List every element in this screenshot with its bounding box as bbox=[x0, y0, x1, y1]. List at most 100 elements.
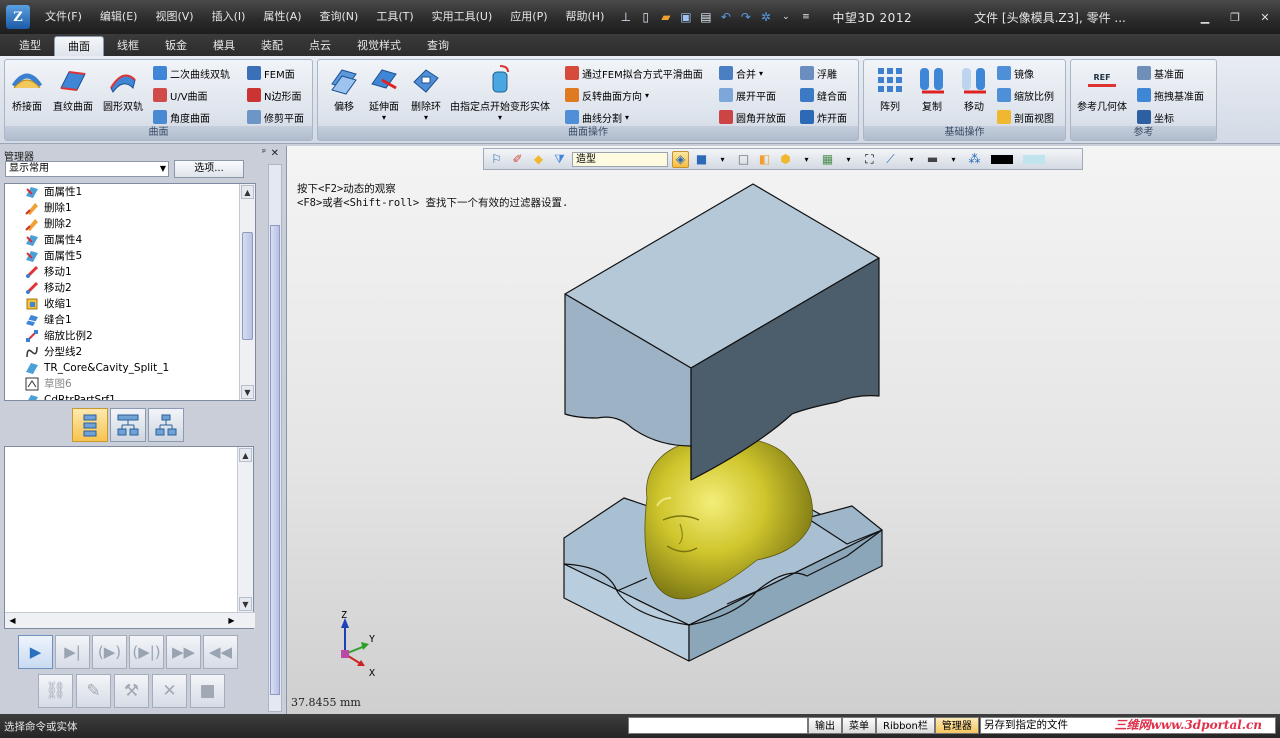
tab-mold[interactable]: 模具 bbox=[200, 36, 248, 56]
foreground-color-swatch[interactable] bbox=[991, 154, 1013, 164]
tree-item[interactable]: 分型线2 bbox=[5, 344, 255, 360]
copy-button[interactable]: 复制 bbox=[916, 64, 948, 113]
emboss-button[interactable]: 浮雕 bbox=[800, 64, 837, 82]
offset-button[interactable]: 偏移 bbox=[328, 64, 360, 113]
print-icon[interactable]: ▤ bbox=[697, 9, 714, 26]
cube-view-icon[interactable]: ■ bbox=[693, 151, 710, 168]
menu-apps[interactable]: 应用(P) bbox=[501, 6, 556, 28]
plane-icon[interactable]: ⟋ bbox=[882, 151, 899, 168]
scale-button[interactable]: 缩放比例 bbox=[997, 86, 1054, 104]
3d-viewport[interactable]: ⚐ ✐ ◆ ⧩ 造型 ◈ ■ ▾ □ ◧ ⬢ ▾ ▦ ▾ ⛶ ⟋ ▾ ▬ ▾ ⁂… bbox=[286, 146, 1280, 714]
reverse-normal-button[interactable]: 反转曲面方向 ▾ bbox=[565, 86, 649, 104]
scroll-left-icon[interactable]: ◀ bbox=[6, 614, 19, 627]
menu-view[interactable]: 视图(V) bbox=[146, 6, 202, 28]
menu-toggle[interactable]: 菜单 bbox=[842, 717, 876, 734]
tab-sheetmetal[interactable]: 钣金 bbox=[152, 36, 200, 56]
tree-item[interactable]: 收缩1 bbox=[5, 296, 255, 312]
chevron-down-icon[interactable]: ▾ bbox=[714, 151, 731, 168]
suppress-icon[interactable]: ■ bbox=[190, 674, 225, 708]
delete-loop-dropdown-icon[interactable]: ▾ bbox=[424, 113, 428, 122]
step-forward-icon[interactable]: ▶| bbox=[55, 635, 90, 669]
deform-dropdown-icon[interactable]: ▾ bbox=[498, 113, 502, 122]
trim-plane-button[interactable]: 修剪平面 bbox=[247, 108, 304, 126]
uv-surface-button[interactable]: U/V曲面 bbox=[153, 86, 208, 104]
chevron-down-icon[interactable]: ▾ bbox=[903, 151, 920, 168]
qat-dropdown-icon[interactable]: ⌄ bbox=[777, 9, 794, 26]
conic-rail-button[interactable]: 二次曲线双轨 bbox=[153, 64, 230, 82]
move-button[interactable]: 移动 bbox=[958, 64, 990, 113]
ruled-surface-button[interactable]: 直纹曲面 bbox=[53, 64, 93, 113]
tree-item[interactable]: 移动1 bbox=[5, 264, 255, 280]
tree-item[interactable]: 缩放比例2 bbox=[5, 328, 255, 344]
reverse-dropdown-icon[interactable]: ▾ bbox=[645, 91, 649, 100]
hierarchy-view-button[interactable] bbox=[148, 408, 184, 442]
manager-scrollbar[interactable] bbox=[268, 164, 282, 712]
tree-item[interactable]: 面属性5 bbox=[5, 248, 255, 264]
pin-icon[interactable]: ᵖ bbox=[262, 148, 266, 158]
coordinate-button[interactable]: 坐标 bbox=[1137, 108, 1174, 126]
scroll-thumb[interactable] bbox=[242, 232, 253, 340]
menu-help[interactable]: 帮助(H) bbox=[557, 6, 614, 28]
rewind-icon[interactable]: ◀◀ bbox=[203, 635, 238, 669]
assembly-view-button[interactable] bbox=[110, 408, 146, 442]
tree-item[interactable]: 面属性1 bbox=[5, 184, 255, 200]
tree-item[interactable]: 缝合1 bbox=[5, 312, 255, 328]
restore-icon[interactable]: ❐ bbox=[1220, 0, 1250, 34]
step-to-end-icon[interactable]: (▶|) bbox=[129, 635, 164, 669]
close-icon[interactable]: ✕ bbox=[1250, 0, 1280, 34]
merge-dropdown-icon[interactable]: ▾ bbox=[759, 69, 763, 78]
light-icon[interactable]: ⁂ bbox=[966, 151, 983, 168]
texture-icon[interactable]: ▦ bbox=[819, 151, 836, 168]
split-dropdown-icon[interactable]: ▾ bbox=[625, 113, 629, 122]
circular-rail-button[interactable]: 圆形双轨 bbox=[103, 64, 143, 113]
ribbon-toggle[interactable]: Ribbon栏 bbox=[876, 717, 935, 734]
tab-visual-style[interactable]: 视觉样式 bbox=[344, 36, 414, 56]
play-icon[interactable]: ▶ bbox=[18, 635, 53, 669]
properties-scrollbar[interactable]: ▲ ▼ bbox=[237, 447, 253, 612]
tab-query[interactable]: 查询 bbox=[414, 36, 462, 56]
play-to-end-icon[interactable]: (▶) bbox=[92, 635, 127, 669]
tab-surface[interactable]: 曲面 bbox=[54, 36, 104, 56]
edit-pencil-icon[interactable]: ✎ bbox=[76, 674, 111, 708]
scroll-up-icon[interactable]: ▲ bbox=[239, 448, 252, 462]
manager-filter-select[interactable]: 显示常用 ▼ bbox=[5, 161, 169, 177]
regen-icon[interactable]: ✲ bbox=[757, 9, 774, 26]
scroll-right-icon[interactable]: ▶ bbox=[225, 614, 238, 627]
n-sided-surface-button[interactable]: N边形面 bbox=[247, 86, 301, 104]
scroll-up-icon[interactable]: ▲ bbox=[241, 185, 254, 199]
tree-item[interactable]: 面属性4 bbox=[5, 232, 255, 248]
tab-assembly[interactable]: 装配 bbox=[248, 36, 296, 56]
drag-datum-button[interactable]: 拖拽基准面 bbox=[1137, 86, 1204, 104]
tab-modeling[interactable]: 造型 bbox=[6, 36, 54, 56]
tree-item[interactable]: CdRtrPartSrf1 bbox=[5, 392, 255, 400]
menu-file[interactable]: 文件(F) bbox=[36, 6, 91, 28]
tree-item[interactable]: 草图6 bbox=[5, 376, 255, 392]
open-file-icon[interactable]: ▰ bbox=[657, 9, 674, 26]
customize-icon[interactable]: ≡ bbox=[797, 9, 814, 26]
render-mode-icon[interactable]: ⬢ bbox=[777, 151, 794, 168]
scroll-down-icon[interactable]: ▼ bbox=[241, 385, 254, 399]
filter-icon[interactable]: ⧩ bbox=[551, 151, 568, 168]
tree-item[interactable]: TR_Core&Cavity_Split_1 bbox=[5, 360, 255, 376]
datum-plane-button[interactable]: 基准面 bbox=[1137, 64, 1184, 82]
minimize-icon[interactable]: ▁ bbox=[1190, 0, 1220, 34]
options-button[interactable]: 选项... bbox=[174, 160, 244, 178]
menu-edit[interactable]: 编辑(E) bbox=[91, 6, 147, 28]
fem-surface-button[interactable]: FEM面 bbox=[247, 64, 295, 82]
history-view-button[interactable] bbox=[72, 408, 108, 442]
pin-icon[interactable]: ⊥ bbox=[617, 9, 634, 26]
rollback-icon[interactable]: ⚒ bbox=[114, 674, 149, 708]
zoom-fit-icon[interactable]: ⛶ bbox=[861, 151, 878, 168]
pattern-button[interactable]: 阵列 bbox=[874, 64, 906, 113]
output-toggle[interactable]: 输出 bbox=[808, 717, 842, 734]
unfold-button[interactable]: 展开平面 bbox=[719, 86, 776, 104]
link-icon[interactable]: ⛓ bbox=[38, 674, 73, 708]
wireframe-cube-icon[interactable]: □ bbox=[735, 151, 752, 168]
iso-view-icon[interactable]: ◧ bbox=[756, 151, 773, 168]
background-color-swatch[interactable] bbox=[1023, 154, 1045, 164]
redo-icon[interactable]: ↷ bbox=[737, 9, 754, 26]
scroll-thumb[interactable] bbox=[270, 225, 280, 695]
app-logo[interactable]: Z bbox=[0, 0, 36, 34]
eraser-icon[interactable]: ✐ bbox=[509, 151, 526, 168]
extend-face-button[interactable]: 延伸面 ▾ bbox=[368, 64, 400, 122]
